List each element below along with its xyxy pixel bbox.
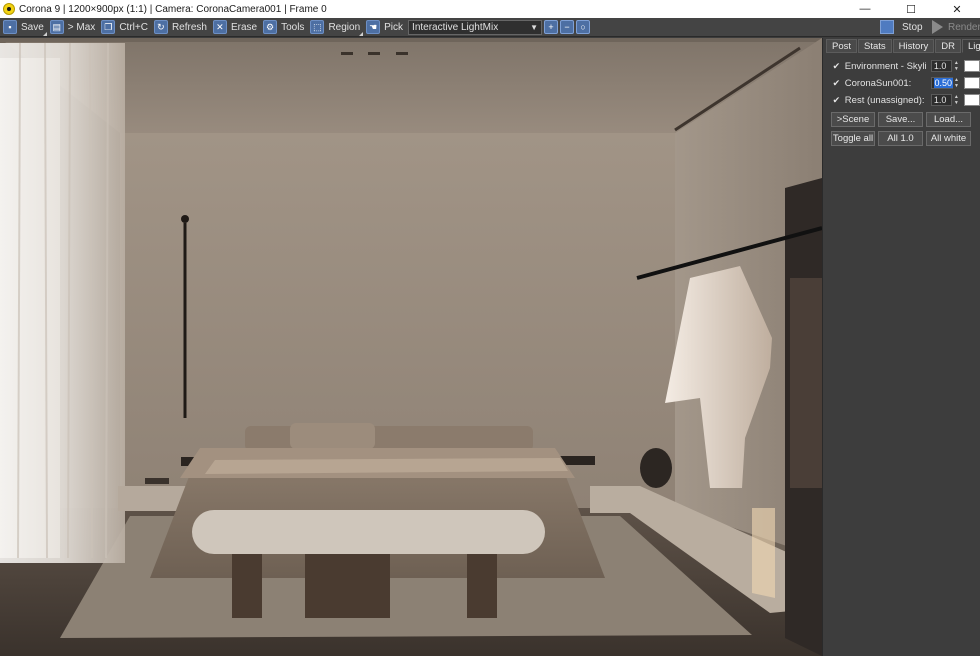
erase-x-icon: ✕ bbox=[212, 20, 227, 34]
close-button[interactable]: ✕ bbox=[934, 0, 980, 18]
render-viewport[interactable] bbox=[0, 38, 822, 656]
window-controls: — ☐ ✕ bbox=[842, 0, 980, 18]
stop-square-icon bbox=[880, 20, 894, 34]
max-button[interactable]: ▤ > Max bbox=[47, 18, 99, 37]
checkbox-sun[interactable]: ✔ bbox=[832, 78, 841, 88]
refresh-icon: ↻ bbox=[153, 20, 168, 34]
spinner-arrows-icon[interactable]: ▲ ▼ bbox=[954, 77, 960, 89]
intensity-input[interactable]: 1.0 bbox=[930, 60, 953, 72]
hand-pointer-icon: ☚ bbox=[366, 20, 381, 34]
copy-icon: ❐ bbox=[101, 20, 116, 34]
chevron-down-icon: ▼ bbox=[530, 22, 539, 32]
all-one-button[interactable]: All 1.0 bbox=[878, 131, 923, 146]
toggle-all-button[interactable]: Toggle all bbox=[831, 131, 875, 146]
copy-button[interactable]: ❐ Ctrl+C bbox=[98, 18, 151, 37]
corona-logo-icon bbox=[3, 3, 15, 15]
floppy-disk-icon: ▪ bbox=[3, 20, 17, 34]
zoom-in-icon[interactable]: + bbox=[544, 20, 559, 34]
lightmix-row: ✔ Rest (unassigned): 1.0 ▲ ▼ bbox=[823, 92, 980, 108]
rendered-bedroom-image bbox=[0, 38, 822, 656]
spinner-arrows-icon[interactable]: ▲ ▼ bbox=[953, 60, 959, 72]
display-mode-value: Interactive LightMix bbox=[412, 21, 499, 33]
color-swatch[interactable] bbox=[964, 77, 980, 89]
window-title: Corona 9 | 1200×900px (1:1) | Camera: Co… bbox=[19, 3, 327, 15]
tab-stats[interactable]: Stats bbox=[858, 39, 892, 53]
save-button[interactable]: ▪ Save bbox=[0, 18, 47, 37]
stop-button[interactable]: Stop bbox=[880, 20, 923, 34]
lightmix-row: ✔ Environment - Skylight 1.0 ▲▼ bbox=[823, 58, 980, 74]
to-scene-button[interactable]: >Scene bbox=[831, 112, 875, 127]
erase-button[interactable]: ✕ Erase bbox=[210, 18, 260, 37]
spinner-arrows-icon[interactable]: ▲ ▼ bbox=[953, 94, 959, 106]
zoom-out-icon[interactable]: − bbox=[560, 20, 575, 34]
region-select-icon: ⬚ bbox=[310, 20, 325, 34]
lightmix-name: Environment - Skylight bbox=[844, 60, 927, 72]
maximize-button[interactable]: ☐ bbox=[888, 0, 934, 18]
region-button[interactable]: ⬚ Region bbox=[307, 18, 364, 37]
save-lightmix-button[interactable]: Save... bbox=[878, 112, 923, 127]
display-mode-select[interactable]: Interactive LightMix ▼ bbox=[408, 19, 543, 35]
intensity-input[interactable]: 1.0 bbox=[930, 94, 953, 106]
tab-history[interactable]: History bbox=[892, 39, 935, 53]
tools-button[interactable]: ⚙ Tools bbox=[260, 18, 307, 37]
lightmix-name: CoronaSun001: bbox=[844, 77, 912, 89]
color-swatch[interactable] bbox=[964, 94, 980, 106]
color-swatch[interactable] bbox=[964, 60, 980, 72]
lightmix-name: Rest (unassigned): bbox=[844, 94, 925, 106]
load-lightmix-button[interactable]: Load... bbox=[926, 112, 971, 127]
side-panel: Post Stats History DR LightMix ✔ Environ… bbox=[822, 38, 980, 656]
export-max-icon: ▤ bbox=[49, 20, 64, 34]
lightmix-actions-row2: Toggle all All 1.0 All white bbox=[831, 131, 980, 146]
minimize-button[interactable]: — bbox=[842, 0, 888, 18]
vfb-window: Corona 9 | 1200×900px (1:1) | Camera: Co… bbox=[0, 0, 980, 656]
intensity-input[interactable]: 0.50 bbox=[930, 77, 954, 89]
tab-dr[interactable]: DR bbox=[935, 39, 961, 53]
tab-post[interactable]: Post bbox=[826, 39, 858, 53]
lightmix-actions-row1: >Scene Save... Load... bbox=[831, 112, 980, 127]
toolbar: ▪ Save ▤ > Max ❐ Ctrl+C ↻ Refresh ✕ Eras… bbox=[0, 18, 980, 37]
all-white-button[interactable]: All white bbox=[926, 131, 971, 146]
zoom-fit-icon[interactable]: ○ bbox=[576, 20, 591, 34]
refresh-button[interactable]: ↻ Refresh bbox=[151, 18, 210, 37]
tab-lightmix[interactable]: LightMix bbox=[961, 39, 980, 53]
panel-tabs: Post Stats History DR LightMix bbox=[826, 39, 980, 53]
checkbox-environment[interactable]: ✔ bbox=[832, 61, 841, 71]
render-button[interactable]: Render bbox=[932, 20, 980, 34]
gear-icon: ⚙ bbox=[263, 20, 278, 34]
lightmix-row: ✔ CoronaSun001: 0.50 ▲ ▼ bbox=[823, 75, 980, 91]
play-icon bbox=[932, 20, 943, 34]
checkbox-rest[interactable]: ✔ bbox=[832, 95, 841, 105]
title-bar: Corona 9 | 1200×900px (1:1) | Camera: Co… bbox=[0, 0, 980, 18]
pick-button[interactable]: ☚ Pick bbox=[363, 18, 406, 37]
